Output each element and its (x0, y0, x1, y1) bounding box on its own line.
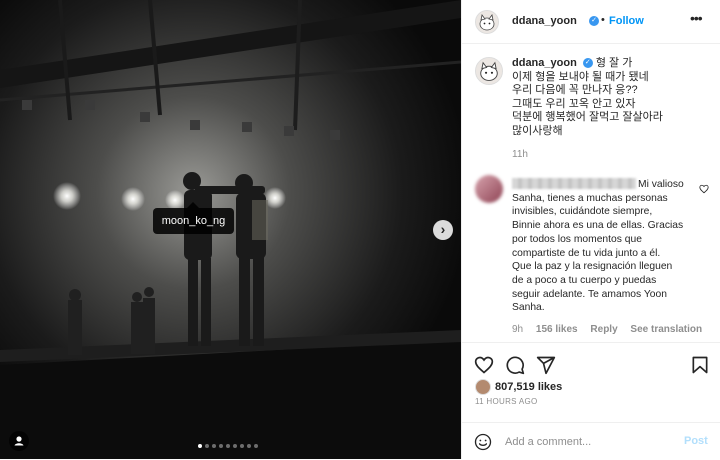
caption-line: 많이사랑해 (512, 124, 563, 137)
caption-line: 형 잘 가 (595, 57, 633, 69)
reply-button[interactable]: Reply (590, 324, 617, 335)
tagged-users-button[interactable] (9, 431, 29, 451)
carousel-dot (205, 444, 209, 448)
comment-likes-count[interactable]: 156 likes (536, 324, 578, 335)
commenter-avatar-blurred[interactable] (475, 175, 503, 203)
post-media[interactable]: moon_ko_ng › (0, 0, 461, 459)
comment-line: invisibles, cuidándote siempre, (512, 206, 653, 218)
caption-line: 덕분에 행복했어 잘먹고 잘살아라 (512, 111, 663, 123)
follow-button[interactable]: Follow (609, 15, 644, 27)
comment-like-heart-icon[interactable] (699, 184, 709, 194)
carousel-dot (240, 444, 244, 448)
author-avatar[interactable] (475, 10, 499, 34)
carousel-dot (219, 444, 223, 448)
bookmark-icon[interactable] (690, 355, 710, 375)
comment-line: Sanha, tienes a muchas personas (512, 192, 668, 204)
caption-line: 우리 다음에 꼭 만나자 응?? (512, 84, 638, 96)
post-header: ddana_yoon ✓ • Follow ••• (462, 0, 720, 44)
verified-icon: ✓ (589, 16, 599, 26)
post-details-panel: ddana_yoon ✓ • Follow ••• ddana_yoon ✓ 형 … (461, 0, 720, 459)
add-comment-input[interactable] (505, 433, 665, 450)
heart-icon[interactable] (474, 355, 494, 375)
comment-line: seguir adelante. Te amamos Yoon (512, 288, 667, 300)
share-icon[interactable] (536, 355, 556, 375)
cat-avatar-image (476, 58, 502, 84)
comment-line: Que la paz y la resignación lleguen (512, 261, 673, 273)
add-comment-bar: Post (462, 422, 720, 459)
comment-icon[interactable] (505, 355, 525, 375)
post-comment-button[interactable]: Post (684, 435, 708, 447)
emoji-icon[interactable] (474, 433, 492, 451)
likes-count[interactable]: 807,519 likes (495, 381, 562, 393)
comment-timestamp[interactable]: 9h (512, 324, 523, 335)
comment-line: de a poco a tu cuerpo y puedas (512, 274, 657, 286)
comment-text: Mi valioso Sanha, tienes a muchas person… (512, 178, 692, 315)
user-tag-icon (14, 436, 24, 446)
carousel-dot (226, 444, 230, 448)
more-icon[interactable]: ••• (690, 10, 703, 26)
comment-line: Binnie ahora es una de ellas. Gracias (512, 220, 684, 232)
caption-line: 그때도 우리 꼬옥 안고 있자 (512, 97, 636, 110)
cat-avatar-image (476, 11, 498, 33)
caption-author-avatar[interactable] (475, 57, 503, 85)
chevron-right-icon: › (440, 221, 446, 237)
comment-meta: 9h 156 likes Reply See translation (512, 324, 712, 335)
next-slide-button[interactable]: › (433, 220, 453, 240)
caption-line: 이제 형을 보내야 될 때가 됐네 (512, 70, 649, 83)
carousel-dot (247, 444, 251, 448)
verified-icon: ✓ (582, 58, 593, 69)
carousel-dot (254, 444, 258, 448)
comment-line: por todos los momentos que (512, 233, 642, 245)
post-caption: ddana_yoon ✓ 형 잘 가 이제 형을 보내야 될 때가 됐네 우리 다… (512, 57, 712, 138)
carousel-dot (233, 444, 237, 448)
see-translation-button[interactable]: See translation (630, 324, 702, 335)
user-tag-label[interactable]: moon_ko_ng (153, 202, 234, 234)
separator-dot: • (601, 14, 605, 26)
comment-line: Mi valioso (638, 179, 684, 190)
comment-line: compartiste de tu vida junto a él. (512, 247, 661, 259)
carousel-dot (198, 444, 202, 448)
liker-avatar[interactable] (475, 379, 491, 395)
caption-timestamp[interactable]: 11h (512, 149, 528, 160)
comment-line: Sanha. (512, 302, 545, 314)
instagram-post-view: moon_ko_ng › ddana_yoon ✓ • Follow ••• d… (0, 0, 720, 459)
carousel-dot (212, 444, 216, 448)
carousel-dots (198, 444, 258, 450)
author-username[interactable]: ddana_yoon (512, 15, 577, 27)
post-timestamp[interactable]: 11 HOURS AGO (475, 397, 538, 406)
caption-username[interactable]: ddana_yoon (512, 57, 577, 69)
